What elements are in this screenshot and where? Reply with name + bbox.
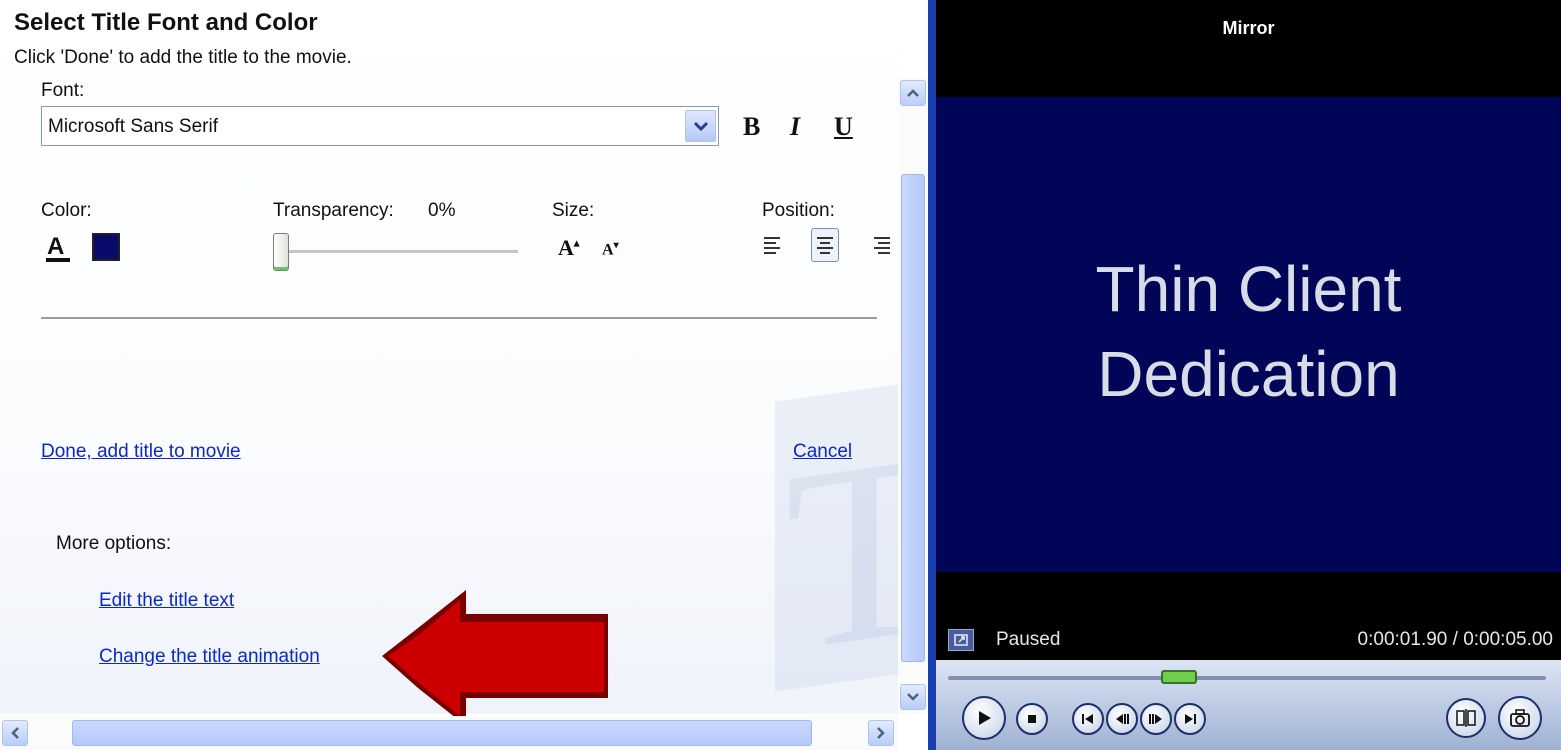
previous-frame-icon[interactable] [1106, 703, 1138, 735]
scroll-right-icon[interactable] [868, 720, 894, 746]
text-color-icon[interactable]: A [44, 230, 72, 264]
page-title: Select Title Font and Color [14, 9, 318, 36]
color-swatch[interactable] [92, 233, 120, 261]
vertical-scroll-thumb[interactable] [901, 174, 925, 662]
transparency-slider[interactable] [273, 233, 518, 273]
position-label: Position: [762, 200, 835, 221]
font-dropdown-value: Microsoft Sans Serif [48, 116, 218, 137]
slider-track [273, 250, 518, 254]
video-title-line-1: Thin Client [1095, 253, 1402, 325]
change-title-animation-link[interactable]: Change the title animation [99, 646, 320, 668]
seek-bar[interactable] [948, 676, 1546, 680]
italic-button[interactable]: I [790, 112, 800, 142]
cancel-link[interactable]: Cancel [793, 441, 852, 463]
svg-text:A: A [47, 233, 64, 260]
scroll-down-icon[interactable] [900, 684, 926, 710]
scroll-left-icon[interactable] [2, 720, 28, 746]
chevron-down-icon[interactable] [685, 110, 716, 142]
align-right-icon[interactable] [862, 228, 890, 262]
title-options-pane: T Select Title Font and Color Click 'Don… [0, 0, 928, 750]
bold-button[interactable]: B [743, 112, 760, 142]
undock-icon[interactable] [948, 629, 974, 651]
transparency-label: Transparency: [273, 200, 394, 221]
horizontal-scrollbar[interactable] [0, 716, 898, 750]
stop-button[interactable] [1016, 703, 1048, 735]
underline-button[interactable]: U [834, 112, 853, 142]
align-left-icon[interactable] [764, 228, 792, 262]
next-frame-icon[interactable] [1140, 703, 1172, 735]
vertical-scrollbar[interactable] [898, 78, 928, 714]
scroll-up-icon[interactable] [900, 80, 926, 106]
font-label: Font: [41, 80, 85, 101]
font-dropdown[interactable]: Microsoft Sans Serif [41, 106, 719, 146]
slider-thumb[interactable] [273, 233, 289, 271]
transparency-value: 0% [428, 200, 456, 221]
edit-title-text-link[interactable]: Edit the title text [99, 590, 234, 612]
preview-monitor: Mirror Thin Client Dedication Paused 0:0… [936, 0, 1561, 750]
page-subtitle: Click 'Done' to add the title to the mov… [14, 47, 352, 68]
size-label: Size: [552, 200, 595, 221]
decrease-size-icon[interactable]: A▾ [602, 240, 619, 259]
increase-size-icon[interactable]: A▴ [558, 235, 579, 261]
split-clip-icon[interactable] [1446, 698, 1486, 738]
align-center-icon[interactable] [811, 228, 839, 262]
seek-thumb[interactable] [1161, 670, 1197, 684]
done-link[interactable]: Done, add title to movie [41, 441, 241, 463]
take-picture-icon[interactable] [1498, 696, 1542, 740]
more-options-label: More options: [56, 533, 172, 554]
pane-content: T Select Title Font and Color Click 'Don… [0, 0, 928, 726]
red-arrow-icon [382, 590, 608, 726]
divider [41, 317, 877, 319]
preview-title: Mirror [1222, 18, 1275, 38]
title-watermark-icon: T [775, 380, 928, 707]
play-button[interactable] [962, 696, 1006, 740]
color-label: Color: [41, 200, 92, 221]
playback-controls [936, 660, 1561, 750]
video-title-line-2: Dedication [1097, 338, 1400, 410]
previous-clip-icon[interactable] [1072, 703, 1104, 735]
horizontal-scroll-thumb[interactable] [72, 720, 812, 746]
video-preview: Thin Client Dedication [936, 97, 1561, 572]
playback-status: Paused [996, 629, 1061, 650]
time-readout: 0:00:01.90 / 0:00:05.00 [1357, 629, 1553, 650]
next-clip-icon[interactable] [1174, 703, 1206, 735]
